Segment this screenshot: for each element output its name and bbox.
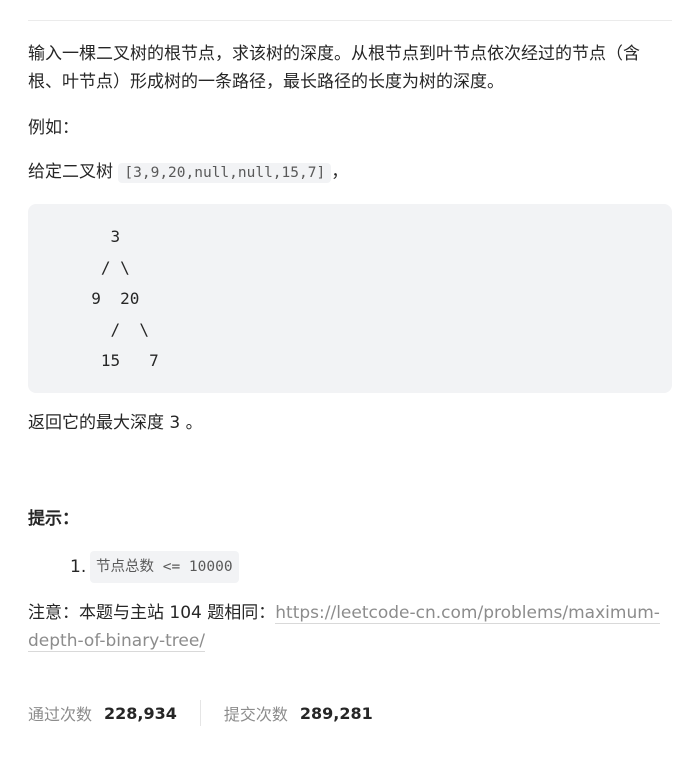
hint-code: 节点总数 <= 10000 [90, 551, 239, 583]
accepted-value: 228,934 [104, 703, 177, 723]
given-tree-line: 给定二叉树 [3,9,20,null,null,15,7]， [28, 158, 672, 187]
given-array-code: [3,9,20,null,null,15,7] [118, 163, 332, 183]
note-paragraph: 注意：本题与主站 104 题相同：https://leetcode-cn.com… [28, 599, 672, 655]
problem-intro: 输入一棵二叉树的根节点，求该树的深度。从根节点到叶节点依次经过的节点（含根、叶节… [28, 44, 640, 92]
top-divider [28, 20, 672, 21]
return-text: 返回它的最大深度 3 。 [28, 413, 203, 433]
example-label: 例如： [28, 118, 79, 138]
hints-list: 1. 节点总数 <= 10000 [28, 551, 672, 583]
submitted-value: 289,281 [299, 703, 373, 723]
cutoff-text [28, 756, 258, 762]
note-prefix: 注意：本题与主站 104 题相同： [28, 603, 276, 623]
accepted-label: 通过次数 [28, 705, 93, 724]
stats-divider [199, 700, 201, 726]
cutoff-text-row [28, 756, 258, 762]
submission-stats: 通过次数 228,934 提交次数 289,281 [28, 698, 373, 728]
given-suffix: ， [331, 162, 349, 182]
submitted-label: 提交次数 [223, 705, 288, 724]
given-prefix: 给定二叉树 [28, 162, 113, 182]
hint-item: 1. 节点总数 <= 10000 [70, 551, 672, 583]
hint-number: 1. [70, 557, 87, 577]
hints-title: 提示： [28, 509, 79, 529]
tree-code-block: 3 / \ 9 20 / \ 15 7 [28, 204, 672, 393]
problem-description: 输入一棵二叉树的根节点，求该树的深度。从根节点到叶节点依次经过的节点（含根、叶节… [28, 40, 672, 655]
